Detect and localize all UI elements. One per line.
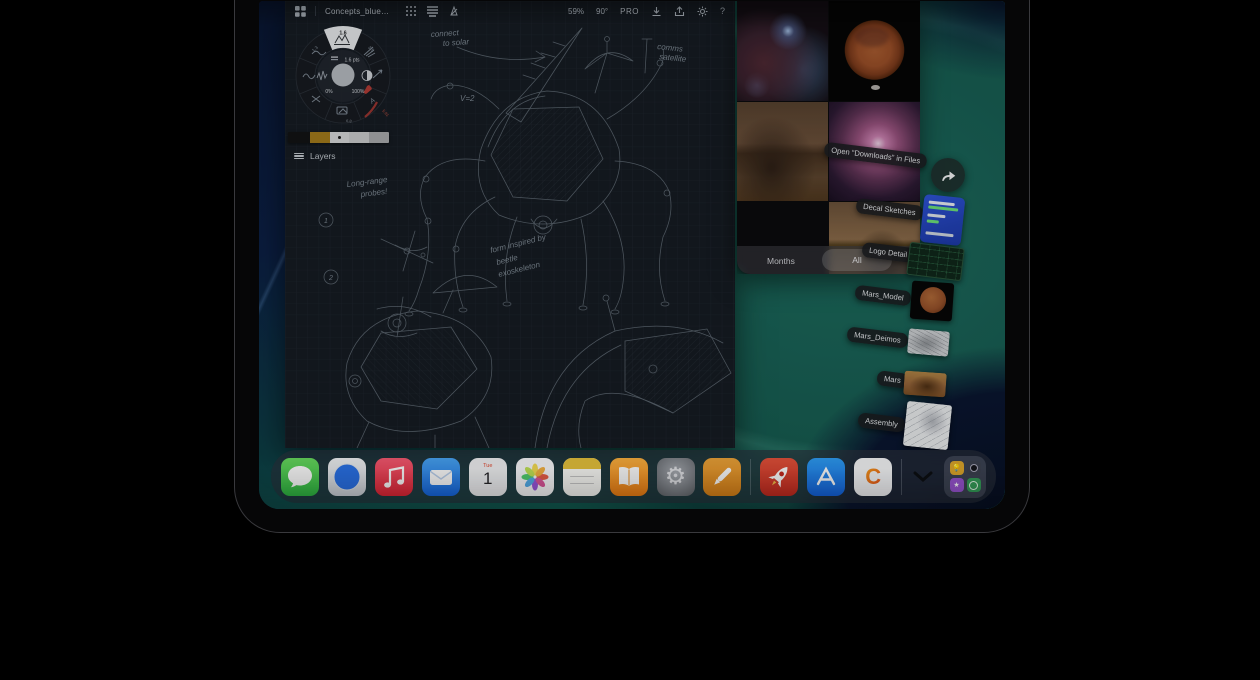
stacked-lines-icon[interactable] <box>426 5 439 17</box>
drag-thumb-mars[interactable] <box>903 371 947 398</box>
hub-size-value: 1.6 pts <box>344 58 360 64</box>
stage: connect to solar V=2 comms satellite Lon… <box>0 0 1260 680</box>
zoom-level[interactable]: 59% <box>568 7 584 16</box>
concepts-app-window: connect to solar V=2 comms satellite Lon… <box>285 1 735 448</box>
toolbar-separator <box>315 6 316 16</box>
photos-flower-icon <box>516 458 554 496</box>
notes-header-strip <box>563 458 601 469</box>
dock-app-drawing[interactable] <box>703 458 741 496</box>
layers-control[interactable]: Layers <box>294 151 336 161</box>
appstore-a-icon <box>807 458 845 496</box>
notes-line <box>570 476 594 478</box>
tab-all-label: All <box>852 255 861 265</box>
music-note-icon <box>375 458 413 496</box>
tab-months[interactable]: Months <box>767 256 795 266</box>
share-drop-button[interactable] <box>931 158 965 192</box>
photo-mars-hills[interactable] <box>737 102 828 201</box>
safari-compass-icon <box>328 458 366 496</box>
drag-thumb-mars-model[interactable] <box>910 281 955 322</box>
drag-thumb-assembly[interactable] <box>903 401 952 450</box>
books-open-book-icon <box>610 458 648 496</box>
dock-app-settings[interactable]: ⚙ <box>657 458 695 496</box>
photo-mars-globe[interactable] <box>829 1 920 101</box>
calendar-weekday: Tue <box>483 463 492 469</box>
settings-gear-glyph: ⚙ <box>665 465 687 489</box>
chevron-down-icon <box>913 471 933 482</box>
opacity-max: 100% <box>352 89 365 95</box>
color-palette-bar[interactable] <box>288 132 389 143</box>
dock-collapse-button[interactable] <box>911 458 935 496</box>
forward-arrow-icon <box>940 168 956 182</box>
pen-icon <box>703 458 741 496</box>
dock-app-messages[interactable] <box>281 458 319 496</box>
canvas-angle[interactable]: 90° <box>596 7 608 16</box>
app-library-mini-star: ★ <box>950 478 964 492</box>
app-library-mini-tips: 💡 <box>950 461 964 475</box>
dock-app-calendar[interactable]: Tue 1 <box>469 458 507 496</box>
dock-app-c[interactable]: C <box>854 458 892 496</box>
dock-app-safari[interactable] <box>328 458 366 496</box>
help-button[interactable]: ? <box>720 6 725 16</box>
note-num2: 2 <box>328 275 333 282</box>
photos-app-window: Months All <box>737 1 920 274</box>
app-library-mini-clock <box>967 478 981 492</box>
layers-label: Layers <box>310 151 336 161</box>
dock-app-appstore[interactable] <box>807 458 845 496</box>
swatch-gray[interactable] <box>369 132 389 143</box>
layers-menu-icon <box>294 151 304 161</box>
rocket-icon <box>760 458 798 496</box>
drag-thumb-mars-deimos[interactable] <box>907 328 950 356</box>
photo-nebula-flame[interactable] <box>737 1 828 101</box>
dock-app-mail[interactable] <box>422 458 460 496</box>
swatch-light-gray[interactable] <box>349 132 369 143</box>
mail-envelope-icon <box>422 458 460 496</box>
import-icon[interactable] <box>651 6 662 17</box>
ipad-screen: connect to solar V=2 comms satellite Lon… <box>259 1 1005 509</box>
messages-bubble-icon <box>281 458 319 496</box>
swatch-light-selected[interactable] <box>330 132 349 143</box>
tool-wheel[interactable]: 1.6 1.3 3.5 A <box>289 23 397 131</box>
objects-grid-icon[interactable] <box>405 5 417 17</box>
dock-app-rocket[interactable] <box>760 458 798 496</box>
document-title[interactable]: Concepts_blue… <box>325 7 389 16</box>
dock-app-books[interactable] <box>610 458 648 496</box>
gallery-icon[interactable] <box>295 6 306 17</box>
dock-app-music[interactable] <box>375 458 413 496</box>
note-connect-2: to solar <box>443 37 470 48</box>
dock-divider <box>750 459 751 495</box>
swatch-selected-dot <box>338 136 341 139</box>
accent-tool-value: 5.91 <box>381 108 390 118</box>
notes-line <box>570 483 594 485</box>
wheel-knob[interactable] <box>332 64 355 87</box>
swatch-black[interactable] <box>288 132 310 143</box>
calendar-day: 1 <box>483 470 492 487</box>
export-icon[interactable] <box>674 6 685 17</box>
dock-divider <box>901 459 902 495</box>
pen-nib-icon[interactable] <box>448 5 460 17</box>
ipad-device-frame: connect to solar V=2 comms satellite Lon… <box>234 0 1030 533</box>
note-v2: V=2 <box>460 94 475 103</box>
dock: Tue 1 <box>271 450 996 503</box>
drag-thumb-decal-sketches[interactable] <box>920 194 966 246</box>
settings-gear-icon[interactable] <box>697 6 708 17</box>
pro-badge[interactable]: PRO <box>620 7 639 16</box>
dock-app-photos[interactable] <box>516 458 554 496</box>
dock-app-notes[interactable] <box>563 458 601 496</box>
concepts-toolbar: Concepts_blue… <box>285 1 735 21</box>
c-app-glyph: C <box>865 466 881 488</box>
opacity-min: 0% <box>325 89 333 95</box>
dock-app-library[interactable]: 💡 ★ <box>944 456 986 498</box>
drag-thumb-logo-detail[interactable] <box>906 242 965 281</box>
app-library-mini-camera <box>967 461 981 475</box>
swatch-gold[interactable] <box>310 132 330 143</box>
note-num1: 1 <box>324 218 328 225</box>
